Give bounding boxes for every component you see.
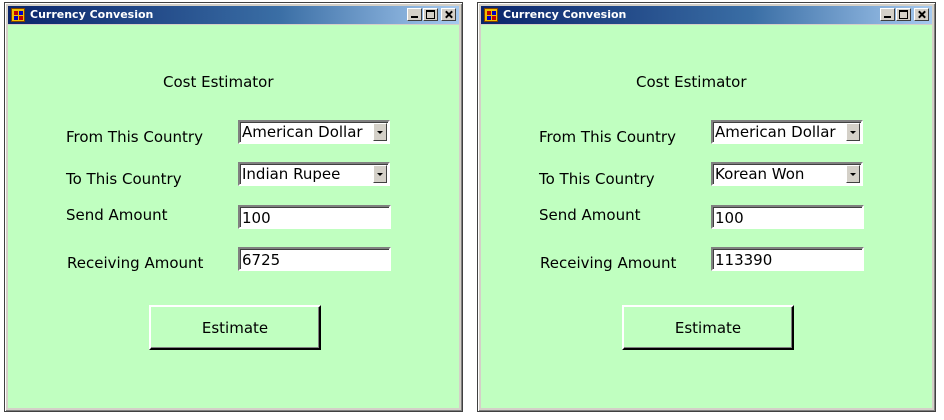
from-country-dropdown[interactable]: American Dollar (238, 120, 390, 144)
to-country-label: To This Country (539, 170, 655, 188)
receiving-amount-value: 6725 (242, 251, 281, 269)
send-amount-label: Send Amount (66, 206, 168, 224)
receiving-amount-value: 113390 (715, 251, 773, 269)
from-country-value: American Dollar (242, 123, 363, 141)
send-amount-value: 100 (242, 209, 271, 227)
close-icon[interactable] (441, 8, 456, 21)
window-title: Currency Convesion (503, 8, 627, 21)
dropdown-arrow-icon[interactable] (373, 123, 387, 141)
send-amount-input[interactable]: 100 (238, 205, 391, 229)
receiving-amount-input[interactable]: 113390 (711, 247, 864, 271)
to-country-dropdown[interactable]: Indian Rupee (238, 162, 390, 186)
to-country-value: Indian Rupee (242, 165, 341, 183)
form-heading: Cost Estimator (636, 73, 747, 91)
to-country-dropdown[interactable]: Korean Won (711, 162, 863, 186)
maximize-icon[interactable] (896, 8, 911, 21)
app-icon[interactable] (11, 8, 25, 22)
receiving-amount-label: Receiving Amount (540, 254, 677, 272)
maximize-icon[interactable] (423, 8, 438, 21)
from-country-label: From This Country (66, 128, 203, 146)
dropdown-arrow-icon[interactable] (846, 165, 860, 183)
form-client-area: Cost Estimator From This Country America… (8, 25, 459, 408)
form-heading: Cost Estimator (163, 73, 274, 91)
to-country-label: To This Country (66, 170, 182, 188)
minimize-icon[interactable] (407, 8, 422, 21)
title-bar[interactable]: Currency Convesion (8, 6, 459, 24)
window-title: Currency Convesion (30, 8, 154, 21)
dropdown-arrow-icon[interactable] (373, 165, 387, 183)
from-country-dropdown[interactable]: American Dollar (711, 120, 863, 144)
to-country-value: Korean Won (715, 165, 805, 183)
currency-window-left: Currency Convesion Cost Estimator From T… (4, 2, 463, 412)
close-icon[interactable] (914, 8, 929, 21)
from-country-label: From This Country (539, 128, 676, 146)
title-bar[interactable]: Currency Convesion (481, 6, 932, 24)
minimize-icon[interactable] (880, 8, 895, 21)
send-amount-label: Send Amount (539, 206, 641, 224)
receiving-amount-label: Receiving Amount (67, 254, 204, 272)
from-country-value: American Dollar (715, 123, 836, 141)
currency-window-right: Currency Convesion Cost Estimator From T… (477, 2, 936, 412)
send-amount-input[interactable]: 100 (711, 205, 864, 229)
receiving-amount-input[interactable]: 6725 (238, 247, 391, 271)
estimate-button[interactable]: Estimate (149, 305, 321, 350)
estimate-button[interactable]: Estimate (622, 305, 794, 350)
send-amount-value: 100 (715, 209, 744, 227)
form-client-area: Cost Estimator From This Country America… (481, 25, 932, 408)
app-icon[interactable] (484, 8, 498, 22)
dropdown-arrow-icon[interactable] (846, 123, 860, 141)
